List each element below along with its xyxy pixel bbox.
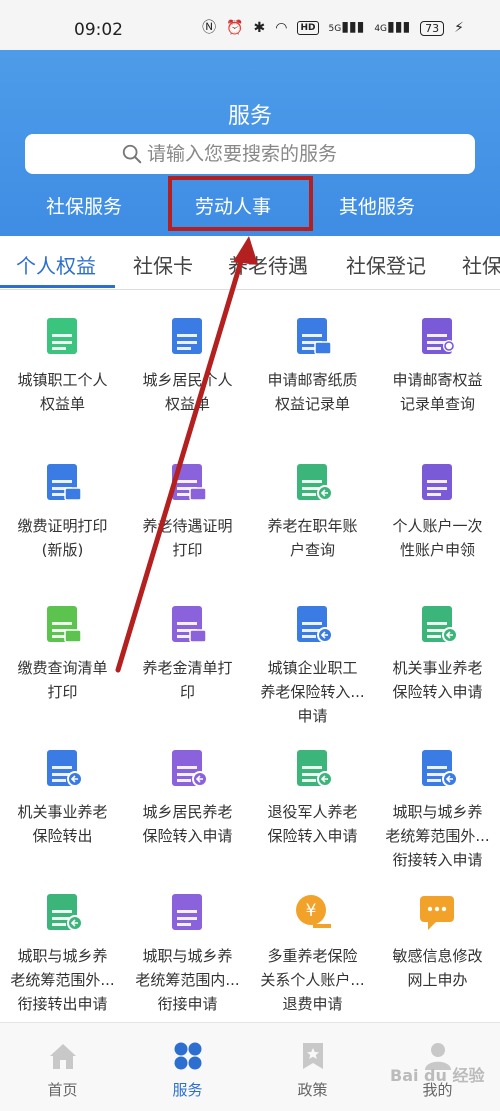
transfer-in-icon [166, 746, 210, 790]
signal-5g-label: 5G [328, 24, 342, 34]
signal-5g-icon: 5G▮▮▮ [328, 19, 365, 35]
subtab-pension-benefits[interactable]: 养老待遇 [228, 250, 308, 279]
yuan-refund-icon: ¥ [291, 890, 335, 934]
service-item[interactable]: 城乡居民个人 权益单 [125, 300, 250, 416]
service-item[interactable]: 机关事业养老 保险转出 [0, 732, 125, 848]
annotation-highlight-box [168, 176, 313, 231]
service-item[interactable]: 退役军人养老 保险转入申请 [250, 732, 375, 848]
signal-4g-label: 4G [374, 24, 388, 34]
pension-print-icon [166, 460, 210, 504]
nav-policy-label: 政策 [297, 1081, 328, 1099]
service-label: 缴费查询清单 打印 [17, 659, 108, 701]
service-item[interactable]: 机关事业养老 保险转入申请 [375, 588, 500, 704]
transfer-out-icon [41, 890, 85, 934]
search-box[interactable] [25, 134, 475, 174]
signal-4g-icon: 4G▮▮▮ [374, 19, 411, 35]
policy-bookmark-icon [302, 1043, 323, 1069]
service-item[interactable]: 养老金清单打印 [125, 588, 250, 704]
service-item[interactable]: 养老待遇证明 打印 [125, 446, 250, 562]
service-label: 城职与城乡养 老统筹范围外... 衔接转入申请 [385, 803, 490, 869]
tab-social-security[interactable]: 社保服务 [46, 192, 122, 219]
service-item[interactable]: 申请邮寄权益 记录单查询 [375, 300, 500, 416]
service-item[interactable]: 城镇企业职工 养老保险转入... 申请 [250, 588, 375, 728]
person-card-icon [291, 460, 335, 504]
subtab-registration[interactable]: 社保登记 [346, 250, 426, 279]
battery-icon: 73 [420, 20, 445, 36]
service-item[interactable]: 城镇职工个人 权益单 [0, 300, 125, 416]
service-label: 敏感信息修改 网上申办 [392, 947, 483, 989]
service-item[interactable]: 个人账户一次 性账户申领 [375, 446, 500, 562]
one-time-account-icon [416, 460, 460, 504]
doc-search-icon [416, 314, 460, 358]
service-label: 多重养老保险 关系个人账户... 退费申请 [260, 947, 365, 1013]
page-title: 服务 [227, 104, 272, 129]
hd-icon: HD [297, 21, 319, 35]
services-grid-icon [174, 1042, 201, 1070]
nav-home[interactable]: 首页 [0, 1023, 125, 1111]
service-item[interactable]: 城乡居民养老 保险转入申请 [125, 732, 250, 848]
service-label: 申请邮寄纸质 权益记录单 [267, 371, 358, 413]
home-icon [49, 1044, 76, 1069]
service-label: 个人账户一次 性账户申领 [392, 517, 483, 559]
service-item[interactable]: 敏感信息修改 网上申办 [375, 876, 500, 992]
print-card-icon [41, 460, 85, 504]
watermark-logo: Bai du 经验 [390, 1066, 485, 1085]
service-label: 养老在职年账 户查询 [267, 517, 358, 559]
nav-home-label: 首页 [47, 1081, 78, 1099]
service-label: 机关事业养老 保险转入申请 [392, 659, 483, 701]
active-tab-underline [0, 285, 115, 288]
service-label: 申请邮寄权益 记录单查询 [392, 371, 483, 413]
service-label: 城职与城乡养 老统筹范围内... 衔接申请 [135, 947, 240, 1013]
service-label: 缴费证明打印 (新版) [17, 517, 108, 559]
nav-services-label: 服务 [172, 1081, 203, 1099]
tab-other-services[interactable]: 其他服务 [339, 192, 415, 219]
transfer-out-icon [41, 746, 85, 790]
subtab-social-card[interactable]: 社保卡 [133, 250, 193, 279]
service-item[interactable]: 城职与城乡养 老统筹范围外... 衔接转出申请 [0, 876, 125, 1016]
service-item[interactable]: 缴费证明打印 (新版) [0, 446, 125, 562]
transfer-in-icon [291, 746, 335, 790]
charging-icon: ⚡ [454, 20, 464, 36]
service-item[interactable]: ¥ 多重养老保险 关系个人账户... 退费申请 [250, 876, 375, 1016]
chat-edit-icon [416, 890, 460, 934]
subtab-personal-rights[interactable]: 个人权益 [16, 250, 96, 279]
bluetooth-icon: ✱ [253, 20, 266, 36]
service-item[interactable]: 缴费查询清单 打印 [0, 588, 125, 704]
service-item[interactable]: 养老在职年账 户查询 [250, 446, 375, 562]
svg-text:¥: ¥ [305, 901, 316, 921]
status-icons: Ⓝ ⏰ ✱ ◠ HD 5G▮▮▮ 4G▮▮▮ 73 ⚡ [202, 19, 464, 37]
service-item[interactable]: 城职与城乡养 老统筹范围内... 衔接申请 [125, 876, 250, 1016]
city-town-doc-icon [41, 314, 85, 358]
service-label: 退役军人养老 保险转入申请 [267, 803, 358, 845]
service-label: 养老待遇证明 打印 [142, 517, 233, 559]
urban-rural-doc-icon [166, 314, 210, 358]
search-input[interactable] [147, 143, 379, 165]
status-bar: 09:02 Ⓝ ⏰ ✱ ◠ HD 5G▮▮▮ 4G▮▮▮ 73 ⚡ [0, 0, 500, 50]
nfc-icon: Ⓝ [202, 20, 217, 36]
doc-edit-icon [166, 890, 210, 934]
service-item[interactable]: 城职与城乡养 老统筹范围外... 衔接转入申请 [375, 732, 500, 872]
service-label: 城乡居民养老 保险转入申请 [142, 803, 233, 845]
mail-truck-icon [291, 314, 335, 358]
search-icon [121, 143, 143, 165]
sub-tabs: 个人权益 社保卡 养老待遇 社保登记 社保 [0, 236, 500, 290]
alarm-icon: ⏰ [226, 20, 244, 36]
service-label: 城镇企业职工 养老保险转入... 申请 [260, 659, 365, 725]
wifi-icon: ◠ [275, 20, 288, 36]
service-label: 城镇职工个人 权益单 [17, 371, 108, 413]
transfer-in-icon [416, 746, 460, 790]
service-label: 城职与城乡养 老统筹范围外... 衔接转出申请 [10, 947, 115, 1013]
fee-print-icon [41, 602, 85, 646]
status-time: 09:02 [74, 20, 123, 40]
subtab-more[interactable]: 社保 [462, 250, 500, 279]
nav-services[interactable]: 服务 [125, 1023, 250, 1111]
service-item[interactable]: 申请邮寄纸质 权益记录单 [250, 300, 375, 416]
service-label: 城乡居民个人 权益单 [142, 371, 233, 413]
transfer-in-icon [416, 602, 460, 646]
pension-list-print-icon [166, 602, 210, 646]
service-label: 养老金清单打印 [142, 659, 233, 701]
service-label: 机关事业养老 保险转出 [17, 803, 108, 845]
nav-policy[interactable]: 政策 [250, 1023, 375, 1111]
transfer-in-icon [291, 602, 335, 646]
